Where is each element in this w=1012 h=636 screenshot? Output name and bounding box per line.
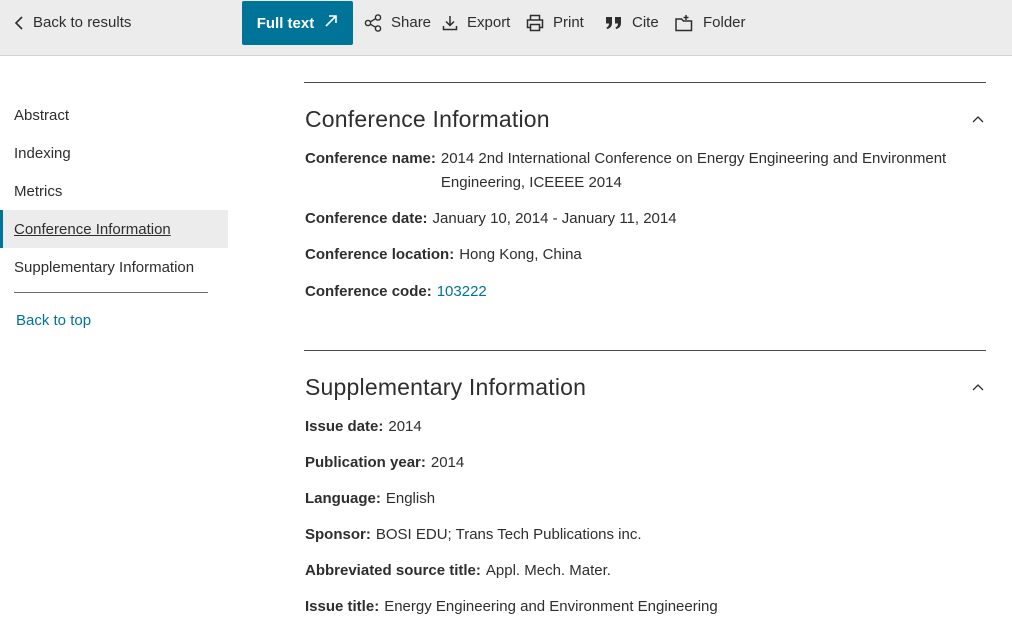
issue-date-value: 2014 xyxy=(388,418,422,435)
issue-date-field: Issue date: 2014 xyxy=(305,415,422,439)
cite-label: Cite xyxy=(632,14,659,31)
conference-location-key: Conference location: xyxy=(305,246,455,263)
conference-date-field: Conference date: January 10, 2014 - Janu… xyxy=(305,207,677,231)
abbreviated-source-title-key: Abbreviated source title: xyxy=(305,562,481,579)
nav-item-supplementary-information[interactable]: Supplementary Information xyxy=(0,248,228,286)
collapse-supplementary-chevron-up-icon[interactable] xyxy=(970,380,986,396)
full-text-label: Full text xyxy=(256,14,315,32)
conference-name-value: 2014 2nd International Conference on Ene… xyxy=(440,150,947,191)
collapse-conference-chevron-up-icon[interactable] xyxy=(970,112,986,128)
conference-date-value: January 10, 2014 - January 11, 2014 xyxy=(432,210,677,227)
supplementary-section-title: Supplementary Information xyxy=(305,374,587,400)
issue-title-value: Energy Engineering and Environment Engin… xyxy=(384,598,718,615)
section-nav: Abstract Indexing Metrics Conference Inf… xyxy=(0,96,228,329)
publication-year-value: 2014 xyxy=(430,454,465,471)
language-value: English xyxy=(385,490,436,507)
quote-icon xyxy=(605,15,623,31)
nav-item-metrics[interactable]: Metrics xyxy=(0,172,228,210)
conference-date-key: Conference date: xyxy=(305,210,428,227)
publication-year-key: Publication year: xyxy=(305,454,426,471)
publication-year-field: Publication year: 2014 xyxy=(305,451,464,475)
back-to-top-link[interactable]: Back to top xyxy=(16,312,91,329)
language-key: Language: xyxy=(305,490,381,507)
print-label: Print xyxy=(553,14,584,31)
folder-button[interactable]: Folder xyxy=(675,0,746,45)
conference-code-field: Conference code: 103222 xyxy=(305,280,487,304)
export-button[interactable]: Export xyxy=(442,0,510,45)
section-divider xyxy=(304,350,986,351)
external-link-icon xyxy=(324,14,338,32)
folder-add-icon xyxy=(675,14,694,32)
share-label: Share xyxy=(391,14,432,31)
folder-label: Folder xyxy=(703,14,746,31)
export-label: Export xyxy=(467,14,511,31)
conference-section-title: Conference Information xyxy=(305,106,550,132)
section-divider xyxy=(304,82,986,83)
nav-item-indexing[interactable]: Indexing xyxy=(0,134,228,172)
nav-item-abstract[interactable]: Abstract xyxy=(0,96,228,134)
top-toolbar: Back to results Full text Share Export P… xyxy=(0,0,1012,56)
conference-location-value: Hong Kong, China xyxy=(459,246,582,263)
back-to-results-button[interactable]: Back to results xyxy=(14,0,131,45)
sponsor-key: Sponsor: xyxy=(305,526,371,543)
nav-item-conference-information[interactable]: Conference Information xyxy=(0,210,228,248)
share-icon xyxy=(364,13,382,32)
conference-location-field: Conference location: Hong Kong, China xyxy=(305,243,582,267)
print-button[interactable]: Print xyxy=(526,0,584,45)
issue-date-key: Issue date: xyxy=(305,418,384,435)
conference-name-field: Conference name: 2014 2nd International … xyxy=(305,147,951,195)
conference-code-key: Conference code: xyxy=(305,283,432,300)
sponsor-field: Sponsor: BOSI EDU; Trans Tech Publicatio… xyxy=(305,523,642,547)
conference-code-link[interactable]: 103222 xyxy=(437,280,487,304)
abbreviated-source-title-value: Appl. Mech. Mater. xyxy=(485,562,611,579)
conference-name-key: Conference name: xyxy=(305,150,436,167)
full-text-button[interactable]: Full text xyxy=(242,1,353,45)
sponsor-value: BOSI EDU; Trans Tech Publications inc. xyxy=(375,526,642,543)
abbreviated-source-title-field: Abbreviated source title: Appl. Mech. Ma… xyxy=(305,559,611,583)
printer-icon xyxy=(526,14,544,32)
back-to-results-label: Back to results xyxy=(33,14,132,31)
cite-button[interactable]: Cite xyxy=(605,0,659,45)
share-button[interactable]: Share xyxy=(364,0,431,45)
issue-title-key: Issue title: xyxy=(305,598,380,615)
download-icon xyxy=(442,15,458,31)
chevron-left-icon xyxy=(14,15,24,31)
issue-title-field: Issue title: Energy Engineering and Envi… xyxy=(305,595,718,619)
language-field: Language: English xyxy=(305,487,435,511)
nav-divider xyxy=(14,292,208,293)
